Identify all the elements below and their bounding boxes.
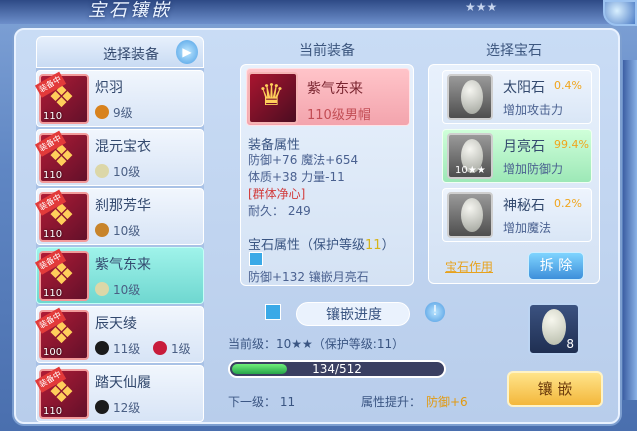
equipment-level-badge: 110	[43, 406, 63, 417]
gem-name: 神秘石	[503, 198, 545, 214]
moonstone-icon	[542, 309, 566, 345]
side-decoration	[623, 60, 637, 400]
gem-effect-link[interactable]: 宝石作用	[445, 258, 493, 275]
gem-level: 10级	[113, 283, 141, 297]
gem-oval-icon	[461, 80, 483, 114]
gem-option[interactable]: 太阳石 0.4% 增加攻击力	[442, 70, 592, 124]
gem-description: 增加防御力	[503, 162, 564, 176]
gem-stone-icon	[447, 74, 493, 120]
equipment-level-badge: 110	[43, 288, 63, 299]
header-stars: ★★★	[465, 0, 498, 14]
gem-icon	[95, 341, 109, 355]
gem-level: 10级	[113, 224, 141, 238]
gem-description: 增加攻击力	[503, 103, 564, 117]
gem-icon	[95, 164, 109, 178]
equipment-item[interactable]: ❖ 装备中 110 混元宝衣 10级	[34, 129, 204, 186]
equipment-icon: ❖ 装备中 110	[34, 130, 89, 183]
progress-gem-icon	[265, 304, 281, 320]
gem-percent: 0.4%	[554, 79, 582, 92]
gem-icon	[95, 105, 109, 119]
gem-level: 1级	[171, 342, 191, 356]
gem-percent: 99.4%	[554, 138, 589, 151]
gem-description: 增加魔法	[503, 221, 552, 235]
equipment-name: 紫气东来	[95, 257, 151, 273]
gem-slot[interactable]: 8	[528, 303, 580, 355]
gem-attr-line: 防御+132 镶嵌月亮石	[248, 270, 369, 284]
close-button[interactable]	[603, 0, 637, 26]
equipment-icon: ❖ 装备中 110	[34, 71, 89, 124]
equipment-special-effect: [群体净心]	[248, 187, 306, 201]
inlay-button[interactable]: 镶 嵌	[507, 371, 603, 407]
equipment-attr-line: 体质+38 力量-11	[248, 170, 345, 184]
current-equipment-title: 当前装备	[299, 43, 355, 59]
equipment-icon: ❖ 装备中 100	[34, 307, 89, 360]
equipment-name: 混元宝衣	[95, 139, 151, 155]
equipment-durability: 耐久： 249	[248, 204, 311, 218]
gem-name: 月亮石	[503, 139, 545, 155]
attr-gain-label: 属性提升：	[361, 395, 422, 409]
info-icon[interactable]: !	[425, 302, 445, 322]
game-screen: 宝石镶嵌 ★★★ 选择装备 ▶ ❖ 装备中 110 炽羽 9级 ❖ 装备中 11…	[0, 0, 637, 431]
window-title: 宝石镶嵌	[88, 0, 172, 21]
gem-option[interactable]: 10★★ 月亮石 99.4% 增加防御力	[442, 129, 592, 183]
gem-icon	[95, 282, 109, 296]
equipment-icon: ❖ 装备中 110	[34, 248, 89, 301]
progress-label: 镶嵌进度	[326, 307, 382, 323]
gem-icon	[95, 223, 109, 237]
equipment-attr-line: 防御+76 魔法+654	[248, 153, 359, 167]
equipment-icon: ❖ 装备中 110	[34, 366, 89, 419]
gem-name: 太阳石	[503, 80, 545, 96]
gem-select-title: 选择宝石	[486, 43, 542, 59]
gem-level: 9级	[113, 106, 133, 120]
gem-stone-icon: 10★★	[447, 133, 493, 179]
equipment-item[interactable]: ❖ 装备中 110 紫气东来 10级	[34, 247, 204, 304]
equipment-item[interactable]: ❖ 装备中 100 辰天绫 11级 1级	[34, 306, 204, 363]
gem-count: 10★★	[455, 165, 486, 176]
gem-level: 12级	[113, 401, 141, 415]
equipment-item[interactable]: ❖ 装备中 110 刹那芳华 10级	[34, 188, 204, 245]
current-equipment-icon: ♛	[248, 72, 298, 124]
equipment-level-badge: 100	[43, 347, 63, 358]
equipment-name: 炽羽	[95, 80, 123, 96]
equipment-name: 辰天绫	[95, 316, 137, 332]
equipment-level-badge: 110	[43, 229, 63, 240]
gem-oval-icon	[461, 198, 483, 232]
equipment-list-title: 选择装备	[103, 47, 159, 63]
equipment-name: 踏天仙履	[95, 375, 151, 391]
equipment-name: 刹那芳华	[95, 198, 151, 214]
current-equipment-name: 紫气东来	[307, 81, 363, 97]
gem-attr-heading: 宝石属性（保护等级11）	[248, 238, 395, 253]
gem-level: 10级	[113, 165, 141, 179]
remove-button[interactable]: 拆 除	[528, 252, 584, 280]
gem-slot-count: 8	[566, 337, 574, 351]
gem-stone-icon	[447, 192, 493, 238]
equipment-item[interactable]: ❖ 装备中 110 踏天仙履 12级	[34, 365, 204, 422]
progress-value: 134/512	[312, 362, 362, 376]
gem-percent: 0.2%	[554, 197, 582, 210]
equipment-icon: ❖ 装备中 110	[34, 189, 89, 242]
gem-option[interactable]: 神秘石 0.2% 增加魔法	[442, 188, 592, 242]
current-level-text: 当前级：10★★（保护等级:11）	[228, 337, 405, 351]
gem-level: 11级	[113, 342, 141, 356]
equipment-level-badge: 110	[43, 170, 63, 181]
gem-attr-clip: 防御+132 镶嵌月亮石	[240, 268, 414, 286]
gem-icon	[153, 341, 167, 355]
equipment-item[interactable]: ❖ 装备中 110 炽羽 9级	[34, 70, 204, 127]
gem-icon	[95, 400, 109, 414]
gem-attr-icon	[249, 252, 263, 266]
attr-gain-value: 防御+6	[426, 395, 468, 409]
next-level-text: 下一级： 11	[228, 395, 296, 409]
current-equipment-type: 110级男帽	[307, 108, 371, 123]
equipment-level-badge: 110	[43, 111, 63, 122]
scroll-icon[interactable]: ▶	[176, 40, 198, 64]
